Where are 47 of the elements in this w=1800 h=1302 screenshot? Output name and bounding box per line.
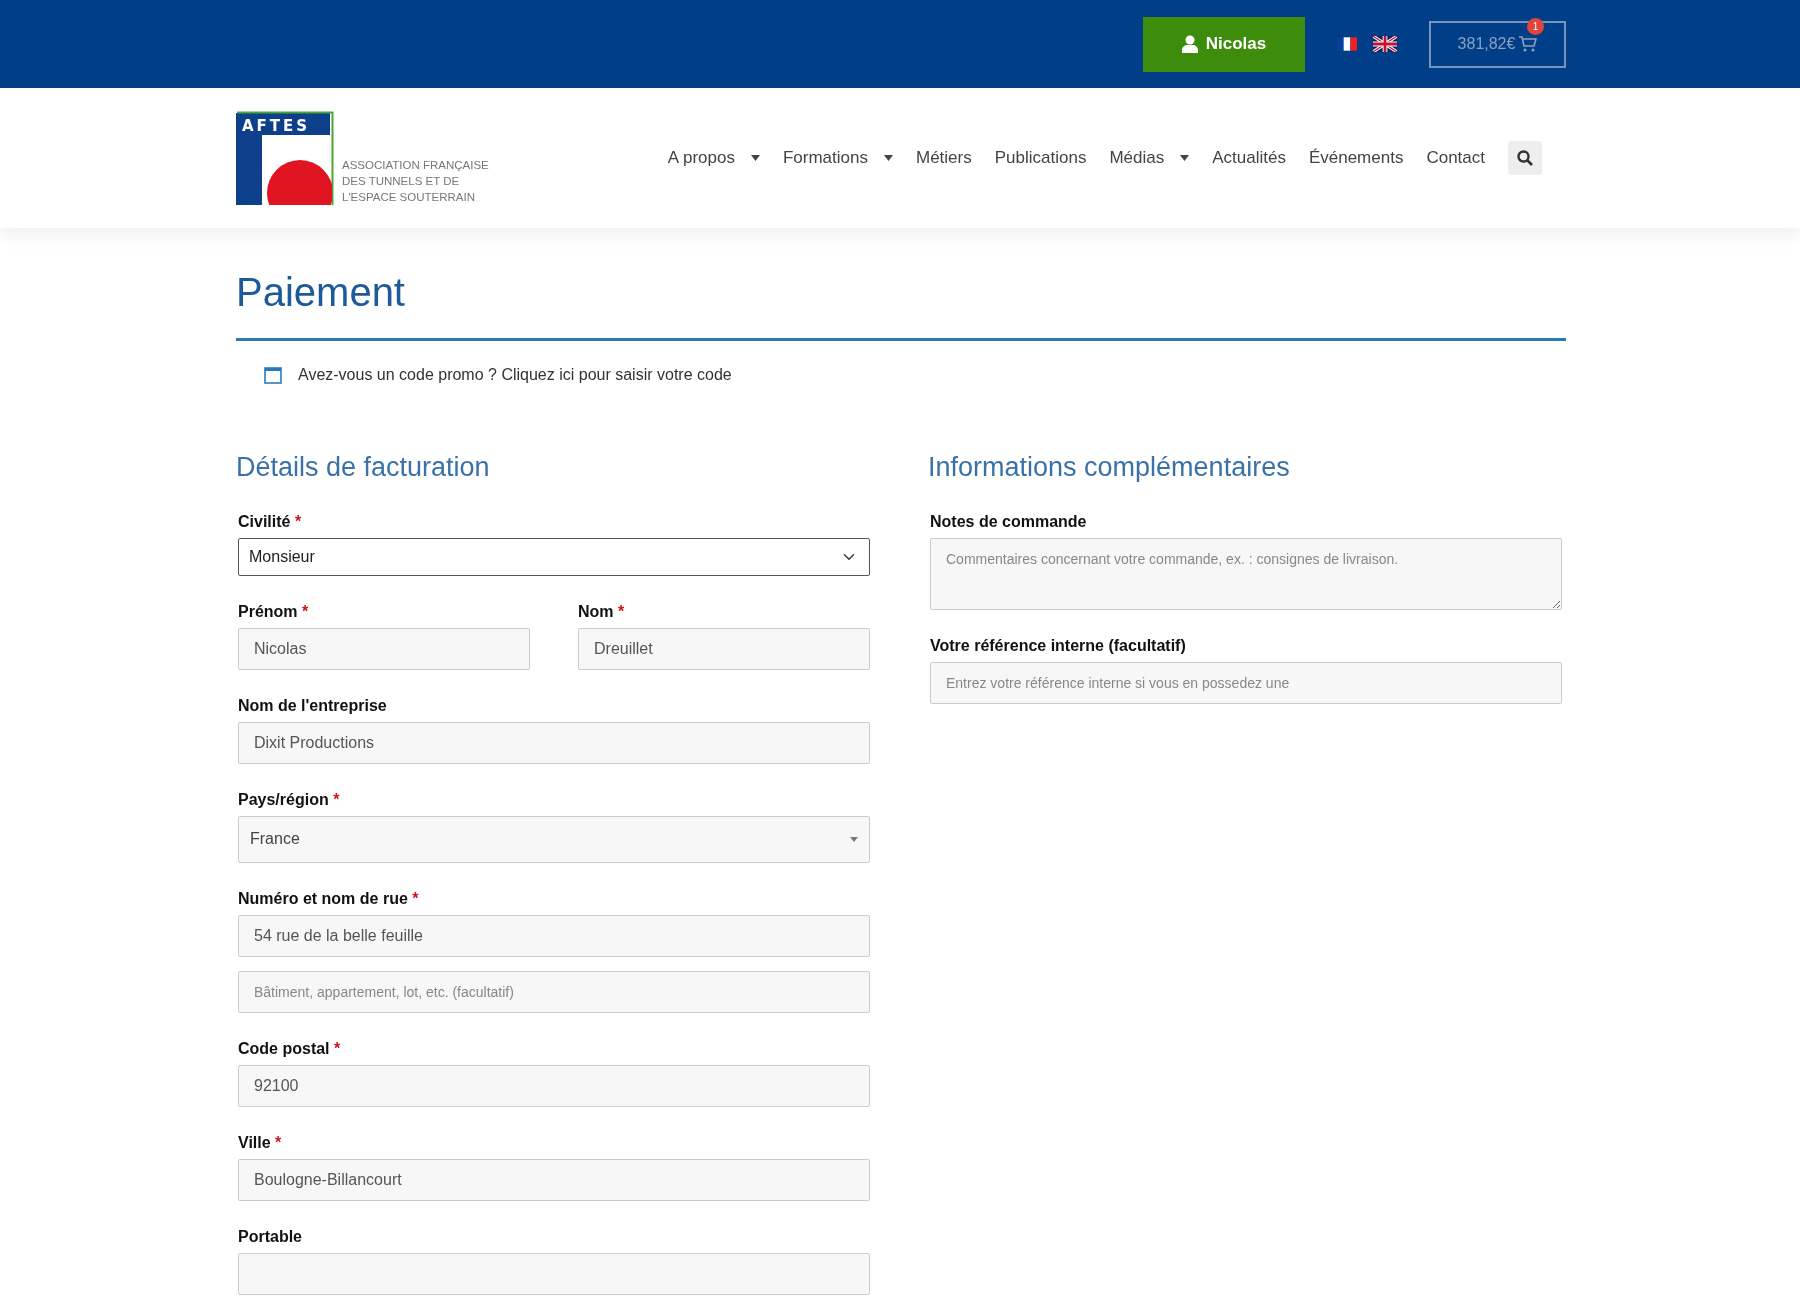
search-button[interactable] [1508, 141, 1542, 175]
field-label: Pays/région * [238, 789, 341, 810]
input-field[interactable]: Bâtiment, appartement, lot, etc. (facultatif) [238, 970, 870, 1013]
nav-link[interactable]: Formations [782, 145, 893, 171]
nav-link[interactable]: A propos [667, 145, 760, 171]
window-icon [264, 366, 282, 384]
input-field[interactable]: Nicolas [238, 627, 530, 670]
french-flag-icon[interactable] [1337, 36, 1357, 52]
cart-icon [1519, 36, 1538, 52]
caret-icon [850, 836, 858, 842]
uk-flag-icon[interactable] [1373, 36, 1397, 52]
field-label: Nom de l'entreprise [238, 695, 388, 716]
cart-count-badge: 1 [1527, 17, 1544, 35]
field-label: Votre référence interne (facultatif) [930, 635, 1187, 656]
field-label: Nom * [578, 601, 626, 622]
field-label: Notes de commande [930, 511, 1088, 532]
search-icon [1517, 150, 1533, 166]
nav-link[interactable]: Médias [1109, 145, 1190, 171]
input-field[interactable]: 92100 [238, 1064, 870, 1107]
input-field[interactable] [238, 1252, 870, 1295]
nav-link[interactable]: Événements [1308, 145, 1404, 171]
nav-link[interactable]: Actualités [1212, 145, 1286, 171]
nav-link[interactable]: Publications [994, 145, 1087, 171]
field-label: Prénom * [238, 601, 310, 622]
user-icon [1181, 35, 1198, 53]
input-field[interactable]: Entrez votre référence interne si vous en possedez une [930, 661, 1562, 704]
logo[interactable]: AFTES ASSOCIATION FRANÇAISE DES TUNNELS ET DE L'ESPACE SOUTERRAIN [236, 111, 489, 205]
textarea-field[interactable]: Commentaires concernant votre commande, ex. : consignes de livraison. [930, 537, 1562, 610]
nav-link[interactable]: Contact [1426, 145, 1485, 171]
input-field[interactable]: Boulogne-Billancourt [238, 1158, 870, 1201]
input-field[interactable]: Dixit Productions [238, 721, 870, 764]
nav-link[interactable]: Métiers [916, 145, 972, 171]
field-label: Code postal * [238, 1038, 342, 1059]
input-field[interactable]: Dreuillet [578, 627, 870, 670]
field-label: Ville * [238, 1132, 283, 1153]
user-button[interactable]: Nicolas [1143, 16, 1305, 72]
promo-notice: Avez-vous un code promo ? Cliquez ici pour saisir votre code [298, 365, 732, 385]
input-field[interactable]: 54 rue de la belle feuille [238, 914, 870, 957]
field-label: Civilité * [238, 511, 303, 532]
section-heading: Détails de facturation [236, 451, 491, 484]
field-label: Numéro et nom de rue * [238, 888, 420, 909]
cart-button[interactable]: 381,82€ 1 [1429, 20, 1566, 68]
field-label: Portable [238, 1226, 303, 1247]
section-heading: Informations complémentaires [928, 451, 1291, 484]
page-title: Paiement [236, 269, 406, 316]
select-field[interactable]: Monsieur [238, 537, 870, 576]
dropdown-field[interactable]: France [238, 815, 870, 863]
